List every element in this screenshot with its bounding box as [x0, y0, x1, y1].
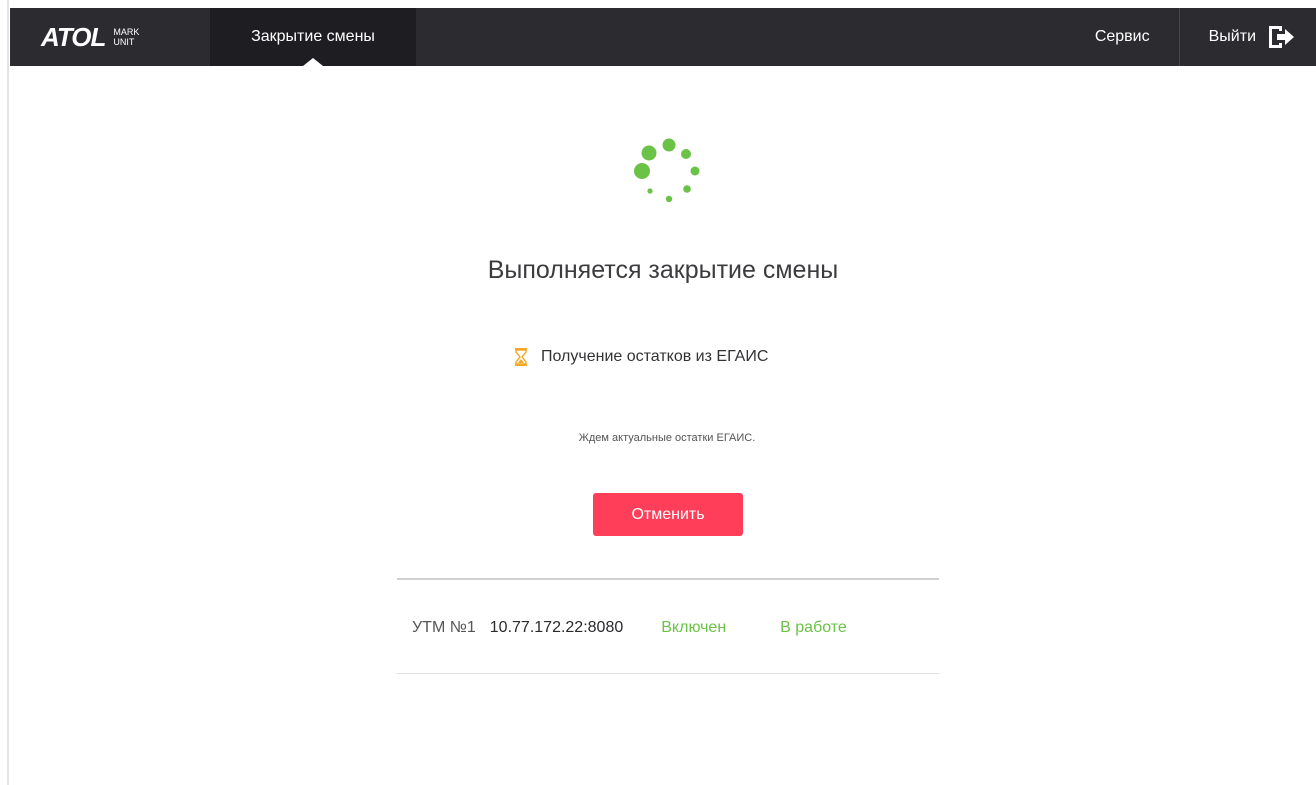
spinner-dot — [683, 185, 691, 193]
logout-label: Выйти — [1208, 28, 1256, 45]
spinner-dot — [647, 188, 653, 194]
page: ATOL MARK UNIT Закрытие смены Сервис Вый… — [0, 0, 1316, 785]
cancel-button[interactable]: Отменить — [593, 493, 743, 536]
active-tab-caret-icon — [303, 58, 323, 66]
service-menu-link[interactable]: Сервис — [1065, 8, 1179, 66]
section-divider-top — [397, 578, 939, 580]
utm-row: УТМ №1 10.77.172.22:8080 Включен В работ… — [412, 619, 847, 637]
page-title: Выполняется закрытие смены — [487, 256, 839, 284]
spinner-dot — [665, 195, 673, 203]
hourglass-icon — [515, 348, 527, 366]
utm-label: УТМ №1 — [412, 619, 476, 636]
logo-sub-bottom: UNIT — [113, 37, 135, 47]
atol-logo[interactable]: ATOL MARK UNIT — [10, 8, 210, 66]
spinner-dot — [641, 145, 657, 161]
tab-shift-closing-label: Закрытие смены — [251, 28, 375, 45]
spinner-dot — [690, 166, 700, 176]
utm-state-badge: Включен — [661, 619, 727, 636]
spinner-dot — [634, 163, 650, 179]
header-spacer — [416, 8, 1065, 66]
service-label: Сервис — [1094, 28, 1150, 45]
logo-subtitle: MARK UNIT — [113, 27, 139, 47]
utm-work-status: В работе — [780, 619, 847, 636]
spinner-dot — [681, 149, 691, 159]
top-navigation-bar: ATOL MARK UNIT Закрытие смены Сервис Вый… — [10, 8, 1316, 66]
spinner-dot — [662, 138, 676, 152]
logo-wordmark: ATOL — [41, 21, 106, 52]
section-divider-bottom — [397, 673, 939, 674]
current-step-label: Получение остатков из ЕГАИС — [541, 348, 769, 365]
logout-button[interactable]: Выйти — [1180, 8, 1316, 66]
current-step: Получение остатков из ЕГАИС — [514, 348, 768, 366]
status-note: Ждем актуальные остатки ЕГАИС. — [578, 432, 756, 444]
logo-sub-top: MARK — [113, 27, 140, 37]
loading-spinner-icon — [634, 138, 700, 203]
tab-shift-closing[interactable]: Закрытие смены — [210, 8, 416, 66]
logout-arrow-icon — [1269, 26, 1294, 48]
left-frame-border — [0, 0, 9, 785]
utm-address: 10.77.172.22:8080 — [489, 619, 624, 636]
